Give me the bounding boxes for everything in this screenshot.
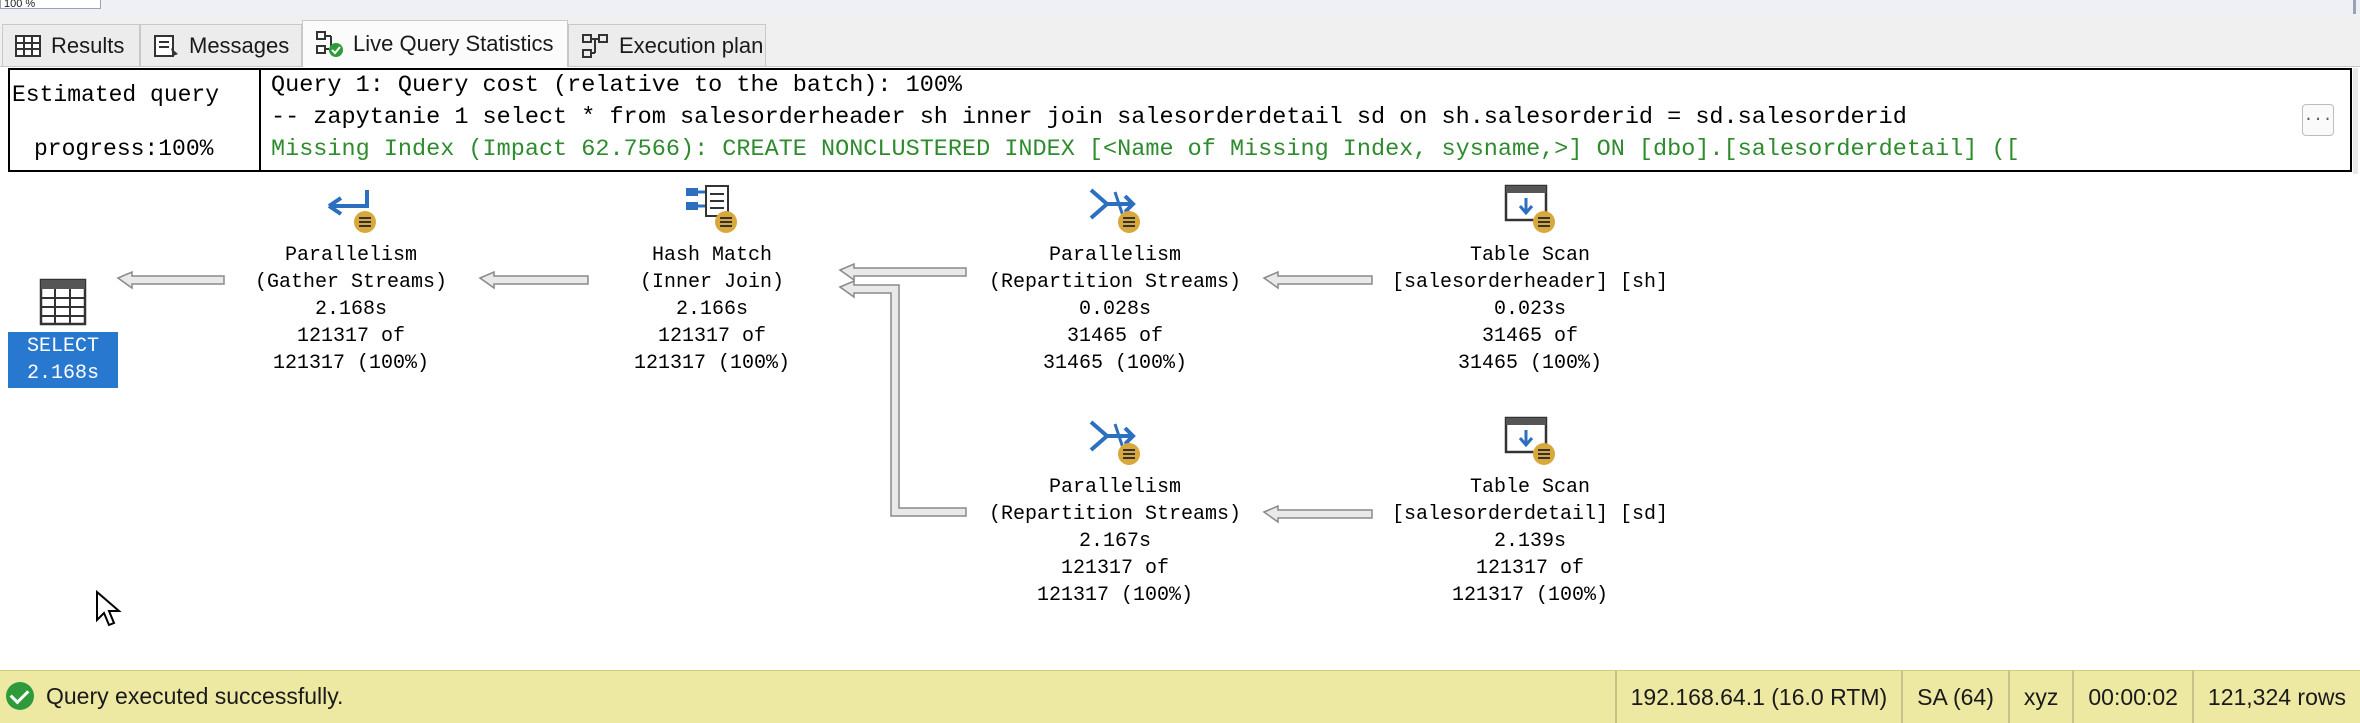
more-button[interactable]: ... bbox=[2302, 104, 2334, 136]
node-name: Table Scan bbox=[1469, 476, 1591, 499]
node-rows: 31465 of bbox=[1066, 325, 1163, 348]
node-estimate: 31465 (100%) bbox=[1457, 352, 1603, 375]
table-scan-icon bbox=[1504, 416, 1555, 465]
progress-label: Estimated query bbox=[12, 82, 220, 108]
missing-index-line[interactable]: Missing Index (Impact 62.7566): CREATE N… bbox=[271, 136, 2020, 163]
tab-results[interactable]: Results bbox=[2, 24, 140, 66]
status-server: 192.168.64.1 (16.0 RTM) bbox=[1614, 671, 1902, 723]
node-table-scan-salesorderdetail[interactable]: Table Scan [salesorderdetail] [sd] 2.139… bbox=[1375, 416, 1685, 609]
node-time: 2.167s bbox=[1078, 530, 1151, 553]
connector-hash-to-gather bbox=[478, 270, 589, 290]
query-header: Query 1: Query cost (relative to the bat… bbox=[261, 68, 2352, 172]
parallelism-repartition-icon bbox=[1089, 420, 1140, 465]
select-icon bbox=[39, 278, 87, 326]
node-subtitle: (Repartition Streams) bbox=[988, 503, 1242, 526]
result-tabbar: Results Messages Live Query Statistics E… bbox=[0, 14, 2360, 67]
tab-messages[interactable]: Messages bbox=[140, 24, 302, 66]
estimated-progress-cell: Estimated query progress:100% bbox=[8, 68, 261, 172]
messages-icon bbox=[154, 34, 178, 57]
node-estimate: 121317 (100%) bbox=[272, 352, 430, 375]
select-node-time: 2.168s bbox=[26, 362, 99, 385]
grid-icon bbox=[15, 34, 41, 57]
node-name: Parallelism bbox=[284, 244, 418, 267]
success-check-icon bbox=[6, 682, 34, 710]
status-database: xyz bbox=[2007, 671, 2073, 723]
node-rows: 121317 of bbox=[296, 325, 406, 348]
connector-gather-to-select bbox=[116, 270, 225, 290]
node-time: 0.028s bbox=[1078, 298, 1151, 321]
status-elapsed: 00:00:02 bbox=[2072, 671, 2192, 723]
select-node-label[interactable]: SELECT 2.168s bbox=[8, 332, 118, 388]
node-time: 2.168s bbox=[314, 298, 387, 321]
node-name: Parallelism bbox=[1048, 476, 1182, 499]
node-table-scan-salesorderheader[interactable]: Table Scan [salesorderheader] [sh] 0.023… bbox=[1375, 184, 1685, 377]
node-rows: 31465 of bbox=[1481, 325, 1578, 348]
tab-live-query-statistics-label: Live Query Statistics bbox=[353, 31, 554, 56]
connector-repart2-to-hash bbox=[838, 279, 967, 517]
select-node[interactable]: SELECT 2.168s bbox=[8, 278, 118, 388]
node-name: Hash Match bbox=[651, 244, 773, 267]
node-name: Parallelism bbox=[1048, 244, 1182, 267]
status-message: Query executed successfully. bbox=[6, 682, 343, 710]
node-parallelism-repartition-2[interactable]: Parallelism (Repartition Streams) 2.167s… bbox=[970, 416, 1260, 609]
status-cells: 192.168.64.1 (16.0 RTM) SA (64) xyz 00:0… bbox=[1614, 671, 2360, 723]
node-hash-match[interactable]: Hash Match (Inner Join) 2.166s 121317 of… bbox=[606, 184, 818, 377]
tab-messages-label: Messages bbox=[189, 32, 290, 58]
hash-match-icon bbox=[686, 185, 737, 233]
zoom-combo[interactable]: 100 % bbox=[0, 0, 101, 9]
node-rows: 121317 of bbox=[657, 325, 767, 348]
status-rows: 121,324 rows bbox=[2191, 671, 2360, 723]
node-subtitle: [salesorderdetail] [sd] bbox=[1391, 503, 1669, 526]
status-bar: Query executed successfully. 192.168.64.… bbox=[0, 670, 2360, 723]
node-estimate: 31465 (100%) bbox=[1042, 352, 1188, 375]
table-scan-icon bbox=[1504, 184, 1555, 233]
connector-scan2-to-repart2 bbox=[1262, 504, 1373, 524]
node-rows: 121317 of bbox=[1475, 557, 1585, 580]
node-estimate: 121317 (100%) bbox=[633, 352, 791, 375]
query-sql-line: -- zapytanie 1 select * from salesorderh… bbox=[271, 104, 1907, 131]
tab-execution-plan[interactable]: Execution plan bbox=[568, 24, 766, 66]
tab-results-label: Results bbox=[51, 32, 125, 58]
tab-execution-plan-label: Execution plan bbox=[619, 32, 764, 58]
node-estimate: 121317 (100%) bbox=[1451, 584, 1609, 607]
connector-scan1-to-repart1 bbox=[1262, 270, 1373, 290]
status-user: SA (64) bbox=[1901, 671, 2008, 723]
status-message-text: Query executed successfully. bbox=[46, 682, 344, 709]
node-time: 0.023s bbox=[1493, 298, 1566, 321]
node-time: 2.139s bbox=[1493, 530, 1566, 553]
node-subtitle: (Gather Streams) bbox=[254, 271, 448, 294]
node-subtitle: (Repartition Streams) bbox=[988, 271, 1242, 294]
mouse-cursor-icon bbox=[96, 590, 122, 627]
scroll-edge bbox=[2353, 0, 2356, 14]
progress-value: progress:100% bbox=[34, 136, 214, 162]
tab-live-query-statistics[interactable]: Live Query Statistics bbox=[302, 20, 568, 67]
zoom-strip: 100 % bbox=[0, 0, 2360, 14]
node-rows: 121317 of bbox=[1060, 557, 1170, 580]
node-name: Table Scan bbox=[1469, 244, 1591, 267]
live-stats-icon bbox=[316, 31, 343, 57]
node-estimate: 121317 (100%) bbox=[1036, 584, 1194, 607]
node-subtitle: (Inner Join) bbox=[639, 271, 785, 294]
parallelism-repartition-icon bbox=[1089, 188, 1140, 233]
select-node-title: SELECT bbox=[26, 335, 99, 358]
query-cost-line: Query 1: Query cost (relative to the bat… bbox=[271, 72, 963, 99]
connector-repart1-to-hash bbox=[838, 262, 967, 282]
node-subtitle: [salesorderheader] [sh] bbox=[1391, 271, 1669, 294]
plan-canvas: SELECT 2.168s Parallelism (Gather Stream… bbox=[0, 174, 2360, 670]
node-time: 2.166s bbox=[675, 298, 748, 321]
node-parallelism-gather[interactable]: Parallelism (Gather Streams) 2.168s 1213… bbox=[245, 184, 457, 377]
node-parallelism-repartition-1[interactable]: Parallelism (Repartition Streams) 0.028s… bbox=[970, 184, 1260, 377]
parallelism-gather-icon bbox=[327, 190, 376, 233]
execution-plan-icon bbox=[582, 33, 608, 58]
